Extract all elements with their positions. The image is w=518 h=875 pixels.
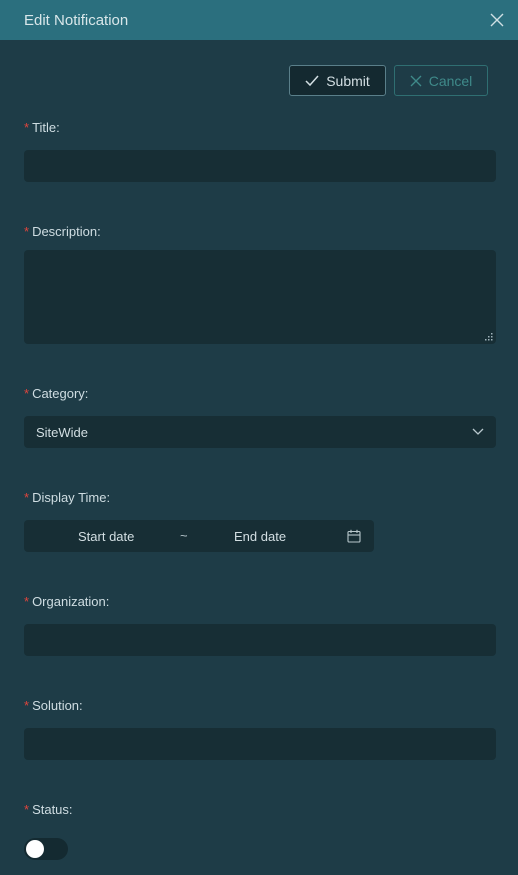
- organization-input[interactable]: [24, 624, 496, 656]
- description-label: * Description:: [24, 224, 101, 239]
- resize-grip-icon[interactable]: [485, 333, 493, 341]
- dialog-header: Edit Notification: [0, 0, 518, 40]
- solution-label: * Solution:: [24, 698, 83, 713]
- close-icon: [490, 13, 504, 27]
- chevron-down-icon: [472, 428, 484, 435]
- category-select[interactable]: SiteWide: [24, 416, 496, 448]
- title-label: * Title:: [24, 120, 60, 135]
- required-marker: *: [24, 490, 30, 505]
- display-time-label: * Display Time:: [24, 490, 111, 505]
- x-icon: [410, 75, 422, 86]
- submit-button[interactable]: Submit: [289, 65, 386, 96]
- check-icon: [305, 75, 319, 86]
- calendar-icon: [347, 529, 361, 543]
- required-marker: *: [24, 698, 30, 713]
- organization-label: * Organization:: [24, 594, 110, 609]
- required-marker: *: [24, 802, 30, 817]
- required-marker: *: [24, 120, 30, 135]
- cancel-label: Cancel: [428, 72, 473, 89]
- end-date-input[interactable]: End date: [234, 529, 286, 544]
- status-label: * Status:: [24, 802, 73, 817]
- range-separator: ~: [180, 528, 188, 543]
- submit-label: Submit: [326, 72, 370, 89]
- start-date-input[interactable]: Start date: [78, 529, 134, 544]
- toggle-knob: [26, 840, 44, 858]
- solution-input[interactable]: [24, 728, 496, 760]
- status-toggle[interactable]: [24, 838, 68, 860]
- description-textarea[interactable]: [24, 250, 496, 344]
- close-button[interactable]: [488, 11, 506, 29]
- category-label: * Category:: [24, 386, 89, 401]
- dialog-title: Edit Notification: [24, 11, 129, 29]
- category-selected-value: SiteWide: [36, 424, 89, 440]
- display-time-range-picker[interactable]: Start date ~ End date: [24, 520, 374, 552]
- cancel-button[interactable]: Cancel: [394, 65, 488, 96]
- title-input[interactable]: [24, 150, 496, 182]
- required-marker: *: [24, 386, 30, 401]
- required-marker: *: [24, 594, 30, 609]
- required-marker: *: [24, 224, 30, 239]
